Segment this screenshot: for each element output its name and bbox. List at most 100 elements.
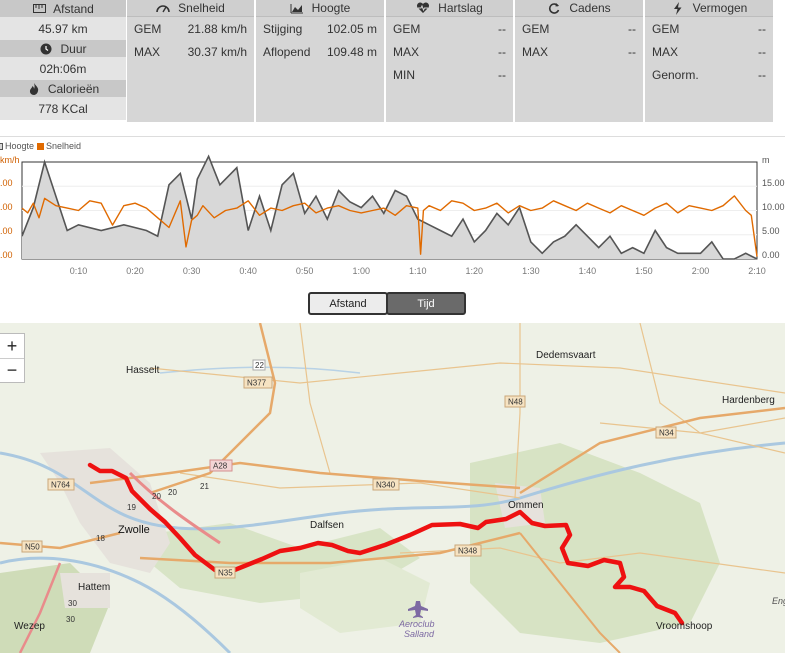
right-tick-label: 0.00: [762, 250, 780, 260]
place-hardenberg: Hardenberg: [722, 395, 775, 406]
speed-row-max: MAX 30.37 km/h: [127, 42, 254, 62]
power-max-label: MAX: [652, 45, 679, 59]
place-aeroclub: Aeroclub: [398, 619, 435, 629]
heart-max-label: MAX: [393, 45, 420, 59]
legend-height[interactable]: Hoogte: [5, 141, 34, 151]
x-tick-label: 0:20: [126, 266, 144, 276]
map-canvas[interactable]: 22 N377 N48 N34 A28 N340 N764 N348 N50 N…: [0, 323, 785, 653]
place-ommen: Ommen: [508, 500, 544, 511]
summary-column: Afstand 45.97 km Duur 02h:06m Calorieën …: [0, 0, 126, 122]
ruler-icon: [32, 3, 46, 15]
x-tick-label: 1:20: [466, 266, 484, 276]
speed-column: Snelheid GEM 21.88 km/h MAX 30.37 km/h: [127, 0, 254, 122]
cadence-title: Cadens: [569, 1, 611, 15]
road-label: 18: [96, 534, 105, 543]
power-column: Vermogen GEM -- MAX -- Genorm. --: [645, 0, 773, 122]
heart-avg-label: GEM: [393, 22, 421, 36]
refresh-icon: [547, 1, 561, 15]
heart-min-value: --: [498, 68, 506, 82]
road-label: N35: [218, 569, 233, 578]
place-hattem: Hattem: [78, 582, 110, 593]
road-label: N34: [659, 429, 674, 438]
cadence-row-max: MAX --: [515, 42, 643, 62]
axis-toggle: Afstand Tijd: [308, 292, 466, 315]
heart-header: Hartslag: [386, 0, 513, 17]
power-avg-label: GEM: [652, 22, 680, 36]
calories-header: Calorieën: [0, 80, 126, 97]
place-eng: Eng: [772, 596, 785, 606]
duration-value: 02h:06m: [0, 57, 126, 80]
speed-max-label: MAX: [134, 45, 161, 59]
legend-swatch-speed: [37, 142, 45, 150]
height-column: Hoogte Stijging 102.05 m Aflopend 109.48…: [256, 0, 384, 122]
forest-area: [470, 443, 720, 643]
place-wezep: Wezep: [14, 621, 45, 632]
stats-panel: Afstand 45.97 km Duur 02h:06m Calorieën …: [0, 0, 785, 124]
distance-label: Afstand: [53, 1, 94, 16]
clock-icon: [39, 43, 53, 55]
road-label: 30: [68, 599, 77, 608]
cadence-max-value: --: [628, 45, 636, 59]
cadence-avg-label: GEM: [522, 22, 550, 36]
road-label: N348: [458, 547, 478, 556]
heart-row-min: MIN --: [386, 65, 513, 85]
cadence-header: Cadens: [515, 0, 643, 17]
road-label: N764: [51, 481, 71, 490]
road-label: 19: [127, 503, 136, 512]
speed-row-avg: GEM 21.88 km/h: [127, 19, 254, 39]
route-map[interactable]: 22 N377 N48 N34 A28 N340 N764 N348 N50 N…: [0, 323, 785, 653]
place-hasselt: Hasselt: [126, 365, 160, 376]
left-tick-label: .00: [0, 226, 13, 236]
road-label: N50: [25, 543, 40, 552]
power-row-norm: Genorm. --: [645, 65, 773, 85]
left-tick-label: .00: [0, 202, 13, 212]
heart-column: Hartslag GEM -- MAX -- MIN --: [386, 0, 513, 122]
zoom-control: + −: [0, 333, 25, 383]
height-row-descent: Aflopend 109.48 m: [256, 42, 384, 62]
power-header: Vermogen: [645, 0, 773, 17]
chart-legend: Hoogte Snelheid: [0, 141, 81, 151]
right-axis-unit: m: [762, 155, 770, 165]
zoom-in-button[interactable]: +: [0, 334, 24, 358]
height-header: Hoogte: [256, 0, 384, 17]
road-label: 20: [152, 492, 161, 501]
x-tick-label: 0:40: [239, 266, 257, 276]
power-title: Vermogen: [692, 1, 748, 15]
road-label: N48: [508, 398, 523, 407]
heart-avg-value: --: [498, 22, 506, 36]
road-label: N377: [247, 379, 267, 388]
speed-title: Snelheid: [178, 1, 225, 15]
ascent-value: 102.05 m: [326, 22, 377, 36]
x-tick-label: 2:00: [692, 266, 710, 276]
cadence-avg-value: --: [628, 22, 636, 36]
road-label: A28: [213, 462, 228, 471]
x-tick-label: 0:30: [183, 266, 201, 276]
chart-canvas[interactable]: 0:10 0:20 0:30 0:40 0:50 1:00 1:10 1:20 1:30 1:40…: [0, 137, 785, 287]
left-tick-label: .00: [0, 178, 13, 188]
heartbeat-icon: [416, 1, 430, 15]
x-tick-label: 1:10: [409, 266, 427, 276]
zoom-out-button[interactable]: −: [0, 358, 24, 382]
area-chart-icon: [290, 1, 304, 15]
lightning-icon: [671, 1, 685, 15]
elevation-speed-chart[interactable]: 0:10 0:20 0:30 0:40 0:50 1:00 1:10 1:20 1:30 1:40…: [0, 136, 785, 286]
x-tick-label: 1:30: [522, 266, 540, 276]
cadence-row-avg: GEM --: [515, 19, 643, 39]
heart-row-max: MAX --: [386, 42, 513, 62]
time-toggle-button[interactable]: Tijd: [386, 292, 466, 315]
heart-title: Hartslag: [438, 1, 483, 15]
descent-value: 109.48 m: [326, 45, 377, 59]
x-tick-label: 0:10: [70, 266, 88, 276]
calories-value: 778 KCal: [0, 97, 126, 120]
left-axis-unit: km/h: [0, 155, 20, 165]
heart-row-avg: GEM --: [386, 19, 513, 39]
place-salland: Salland: [404, 629, 435, 639]
x-tick-label: 0:50: [296, 266, 314, 276]
road-label: 30: [66, 615, 75, 624]
distance-header: Afstand: [0, 0, 126, 17]
power-max-value: --: [758, 45, 766, 59]
legend-speed[interactable]: Snelheid: [46, 141, 81, 151]
duration-header: Duur: [0, 40, 126, 57]
distance-toggle-button[interactable]: Afstand: [308, 292, 388, 315]
duration-label: Duur: [60, 41, 87, 56]
